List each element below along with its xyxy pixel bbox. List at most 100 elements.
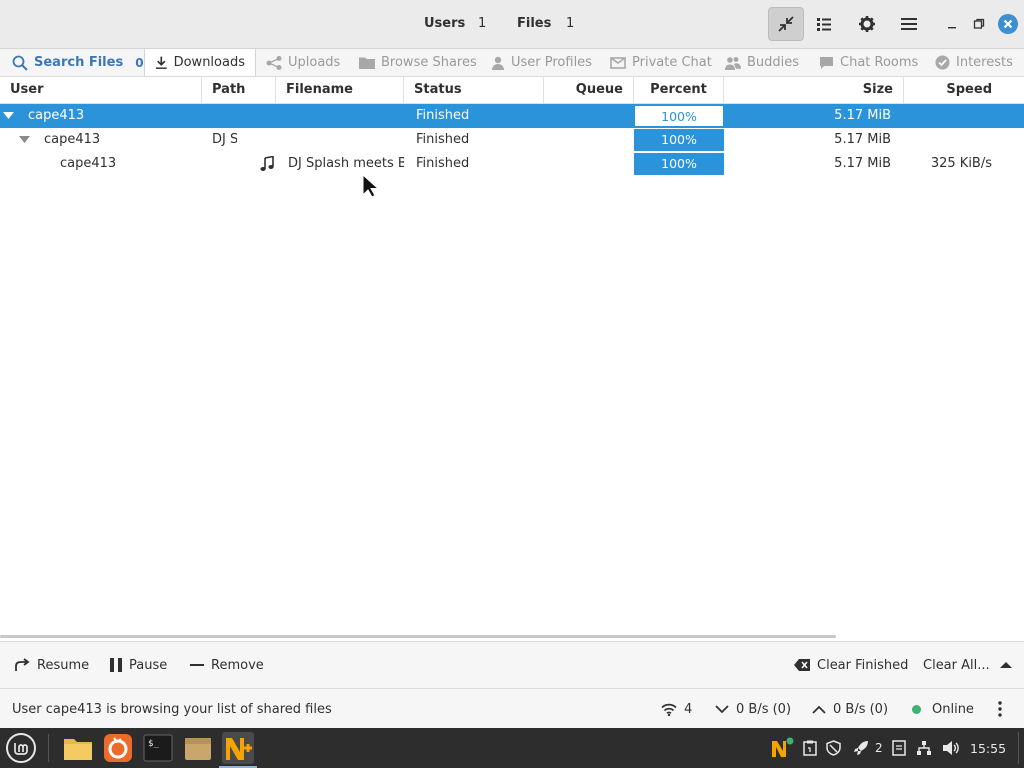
row-percent-bar: 100% [634, 105, 724, 127]
archive-manager-launcher[interactable] [182, 732, 214, 764]
chat-icon [820, 56, 833, 69]
upload-speed-indicator[interactable]: 0 B/s (0) [812, 689, 888, 729]
download-speed-indicator[interactable]: 0 B/s (0) [715, 689, 791, 729]
horizontal-scrollbar[interactable] [0, 635, 836, 638]
tray-update-icon[interactable] [892, 728, 906, 768]
transfer-action-bar: Resume Pause Remove Clear Finished Clear… [0, 641, 1024, 688]
row-status: Finished [416, 108, 470, 123]
window-maximize-button[interactable] [969, 14, 989, 34]
collapse-arrow-icon[interactable] [19, 136, 30, 144]
table-row[interactable]: cape413 DJ S Finished 100% 5.17 MiB [0, 128, 1024, 152]
main-menu-button[interactable] [892, 7, 926, 41]
tray-clock[interactable]: 15:55 [970, 728, 1006, 768]
row-status: Finished [416, 132, 470, 147]
tray-notifications[interactable]: 2 [853, 728, 883, 768]
transfers-table-header: User Path Filename Status Queue Percent … [0, 77, 1024, 104]
pause-icon [110, 658, 122, 672]
tab-interests[interactable]: Interests [935, 49, 1013, 76]
mail-icon [610, 56, 626, 69]
minimize-icon [948, 27, 956, 29]
tab-downloads[interactable]: Downloads [144, 48, 256, 76]
mint-menu-icon[interactable] [6, 733, 36, 763]
tab-uploads[interactable]: Uploads [266, 49, 340, 76]
files-count: 1 [566, 16, 575, 31]
column-header-filename[interactable]: Filename [276, 77, 404, 103]
tab-search-files[interactable]: Search Files 0 [12, 49, 144, 76]
tab-browse-shares[interactable]: Browse Shares [359, 49, 477, 76]
shield-icon [826, 740, 841, 756]
table-row[interactable]: cape413 DJ Splash meets B-I Finished 100… [0, 152, 1024, 176]
column-header-user[interactable]: User [0, 77, 202, 103]
user-icon [492, 56, 504, 70]
clear-finished-button[interactable]: Clear Finished [794, 642, 908, 688]
file-manager-launcher[interactable] [62, 732, 94, 764]
users-label[interactable]: Users [424, 16, 465, 31]
clear-all-menu-button[interactable]: Clear All... [923, 642, 1012, 688]
resume-label: Resume [37, 657, 90, 673]
os-taskbar: $_ 2 15:55 [0, 728, 1024, 768]
tray-notification-count: 2 [875, 741, 883, 755]
column-header-queue[interactable]: Queue [544, 77, 634, 103]
tab-private-chat[interactable]: Private Chat [610, 49, 712, 76]
tab-buddies[interactable]: Buddies [725, 49, 799, 76]
preferences-button[interactable] [850, 7, 884, 41]
wifi-icon [661, 703, 677, 716]
column-header-status[interactable]: Status [404, 77, 544, 103]
online-status-dot [912, 704, 921, 714]
column-header-path[interactable]: Path [202, 77, 276, 103]
download-speed: 0 B/s (0) [736, 701, 792, 717]
row-size: 5.17 MiB [834, 132, 891, 147]
buddies-icon [725, 56, 741, 70]
mouse-cursor-icon [362, 174, 380, 198]
nicotine-plus-icon [226, 738, 252, 760]
row-percent-bar: 100% [634, 153, 724, 175]
tray-shield-icon[interactable] [826, 728, 841, 768]
tree-view-button[interactable] [807, 7, 841, 41]
connections-indicator[interactable]: 4 [661, 689, 692, 729]
tray-clipboard-icon[interactable] [803, 728, 817, 768]
status-menu-button[interactable] [998, 689, 1002, 729]
clipboard-icon [803, 740, 817, 756]
resume-button[interactable]: Resume [14, 642, 89, 688]
show-desktop-edge[interactable] [1018, 732, 1019, 764]
tab-user-profiles[interactable]: User Profiles [491, 49, 592, 76]
maximize-icon [973, 18, 985, 29]
check-circle-icon [935, 55, 950, 70]
row-user: cape413 [28, 108, 85, 123]
tray-nicotine-icon[interactable] [770, 728, 794, 768]
remove-button[interactable]: Remove [190, 642, 264, 688]
rocket-icon [854, 741, 868, 755]
column-header-percent[interactable]: Percent [634, 77, 724, 103]
pause-button[interactable]: Pause [110, 642, 167, 688]
row-size: 5.17 MiB [834, 108, 891, 123]
tray-network-icon[interactable] [916, 728, 932, 768]
tab-bar: Search Files 0 Downloads Uploads Browse … [0, 48, 1024, 77]
tab-label: Downloads [173, 55, 245, 70]
tray-volume-icon[interactable] [942, 728, 960, 768]
compact-mode-button[interactable] [768, 7, 804, 41]
tab-chat-rooms[interactable]: Chat Rooms [819, 49, 918, 76]
status-message: User cape413 is browsing your list of sh… [12, 701, 332, 717]
table-row[interactable]: cape413 Finished 100% 5.17 MiB [0, 104, 1024, 128]
list-tree-icon [817, 18, 831, 31]
tab-label: Uploads [288, 55, 341, 70]
column-header-speed[interactable]: Speed [904, 77, 1024, 103]
tab-label: Interests [956, 55, 1013, 70]
folder-icon [64, 739, 92, 760]
window-close-button[interactable] [998, 14, 1018, 34]
online-status-button[interactable]: Online [912, 689, 974, 729]
redo-arrow-icon [15, 658, 30, 671]
network-icon [917, 741, 931, 755]
collapse-arrow-icon[interactable] [3, 112, 14, 120]
chevron-up-icon [999, 662, 1012, 668]
clear-finished-label: Clear Finished [817, 657, 909, 673]
column-header-size[interactable]: Size [724, 77, 904, 103]
svg-text:$_: $_ [148, 739, 159, 749]
window-minimize-button[interactable] [942, 14, 962, 34]
row-size: 5.17 MiB [834, 156, 891, 171]
terminal-launcher[interactable]: $_ [142, 732, 174, 764]
files-label[interactable]: Files [517, 16, 551, 31]
firefox-launcher[interactable] [102, 732, 134, 764]
nicotine-launcher[interactable] [219, 732, 257, 768]
firefox-icon [104, 734, 132, 762]
